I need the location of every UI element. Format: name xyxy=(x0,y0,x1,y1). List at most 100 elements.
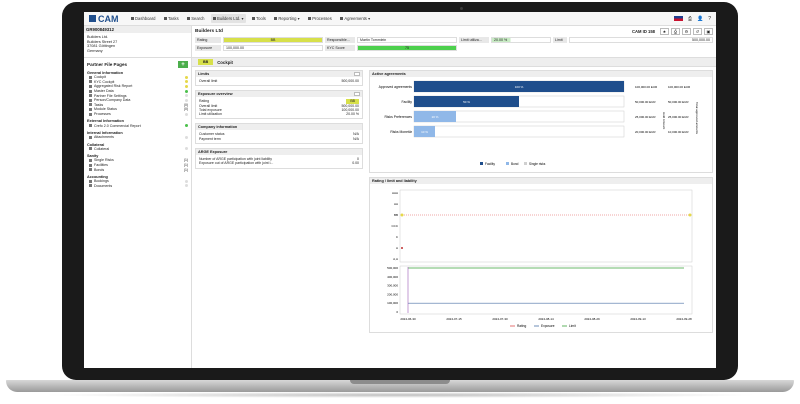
partner-address-card: GR900849312 Builders Ltd. Builders Street… xyxy=(84,26,192,57)
rating-point xyxy=(400,213,404,217)
user-icon[interactable]: 👤 xyxy=(697,16,703,22)
sidebar-item-label: Collateral xyxy=(94,146,110,151)
language-flag-icon[interactable] xyxy=(673,16,683,21)
limit-tick-label: 300,000 xyxy=(387,284,398,288)
nav-item-label: Agreements ▾ xyxy=(344,16,371,21)
exposure-edit-button[interactable] xyxy=(354,92,360,97)
nav-item[interactable]: Dashboard xyxy=(129,14,158,23)
limit-value: 500,000.00 xyxy=(569,37,713,43)
bar-value-label: 100 % xyxy=(515,85,524,89)
print-icon[interactable]: ⎙ xyxy=(688,16,692,22)
sidebar-item[interactable]: Documents xyxy=(87,184,188,189)
sidebar-item[interactable]: Module Status (0) xyxy=(87,107,188,112)
history-icon[interactable]: ↺ xyxy=(693,28,702,35)
home-icon xyxy=(130,17,134,20)
sidebar-item[interactable]: Collateral xyxy=(87,147,188,152)
right-tick: 25,000.00 EUR xyxy=(635,115,656,119)
sidebar-item[interactable]: Crefo 2.0 Commercial Report xyxy=(87,123,188,128)
sidebar-item[interactable]: Tasks (0) xyxy=(87,103,188,108)
add-page-button[interactable]: + xyxy=(178,61,188,68)
limits-edit-button[interactable] xyxy=(354,72,360,76)
wrench-icon xyxy=(251,17,255,20)
legend-swatch xyxy=(524,162,527,165)
page-icon xyxy=(89,168,92,172)
help-icon[interactable]: ? xyxy=(708,16,711,22)
sidebar-item-label: Master Data xyxy=(94,89,114,94)
date-tick-label: 2024-09-28 xyxy=(676,317,692,321)
agreements-chart: Approved agreements 100 % 100,000.00 EUR 10… xyxy=(379,80,699,166)
sidebar-item[interactable]: KYC Cockpit xyxy=(87,80,188,85)
rating-tick-label: A xyxy=(396,246,398,250)
limit-tick-label: 400,000 xyxy=(387,275,398,279)
app-screen: CAM Dashboard Tasks Search Builders Ltd. ▾ T… xyxy=(84,12,716,368)
nav-item[interactable]: Reporting ▾ xyxy=(272,14,302,23)
far-right-tick: 100,000.00 EUR xyxy=(668,85,691,89)
sidebar-item[interactable]: Cockpit xyxy=(87,75,188,80)
sidebar-item[interactable]: Partner File Settings xyxy=(87,93,188,98)
sidebar-item[interactable]: Processes xyxy=(87,112,188,117)
left-column: Limits Overall limit 500,000.00 Exposure … xyxy=(195,70,363,337)
bookmark-icon[interactable]: ★ xyxy=(660,28,669,35)
partner-title: Builders Ltd xyxy=(195,29,223,34)
rating-value: BB xyxy=(223,37,323,43)
sidebar-item-count: (0) xyxy=(183,107,188,112)
rating-label: Rating xyxy=(195,37,221,43)
row-label: Payment term xyxy=(199,136,221,141)
limit-plot-area xyxy=(399,265,693,315)
export-icon[interactable]: ▣ xyxy=(704,28,713,35)
sidebar-item-label: Documents xyxy=(94,183,113,188)
sidebar-item-label: Attachments xyxy=(94,135,114,140)
app-logo[interactable]: CAM xyxy=(89,14,119,24)
sidebar-item[interactable]: Facilities (1) xyxy=(87,163,188,168)
nav-item-label: Search xyxy=(191,16,205,21)
category-label: Facility xyxy=(401,100,412,104)
right-tick: 50,000.00 EUR xyxy=(635,100,656,104)
rating-tick-label: A,A xyxy=(393,257,398,261)
row-value: 20.00 % xyxy=(346,112,359,117)
sidebar-item[interactable]: Bonds (1) xyxy=(87,167,188,172)
row-value: 500,000.00 xyxy=(341,79,359,83)
limits-row: Overall limit 500,000.00 xyxy=(196,79,362,83)
responsible-value: Martin Tommlein xyxy=(357,37,457,43)
sidebar-item[interactable]: Single Risks (1) xyxy=(87,158,188,163)
sidebar-item-label: Bonds xyxy=(94,167,105,172)
page-icon xyxy=(89,147,92,151)
print-button-icon[interactable]: ⎙ xyxy=(671,28,680,35)
far-right-tick: 10,000.00 EUR xyxy=(668,130,689,134)
sidebar-item-label: Partner File Settings xyxy=(94,93,127,98)
sidebar-item[interactable]: Person/Company Data xyxy=(87,98,188,103)
rating-tick-label: CCC xyxy=(392,224,399,228)
header-toolbar: CAM ID 158 ★ ⎙ ⚙ ↺ ▣ xyxy=(632,28,713,35)
sidebar-item[interactable]: Attachments xyxy=(87,135,188,140)
rating-panel: Rating / limit and liability AAA AA BB CCC C… xyxy=(369,177,713,333)
category-label: Approved agreements xyxy=(379,85,413,89)
sidebar-item-label: Processes xyxy=(94,112,111,117)
legend-swatch xyxy=(480,162,483,165)
main-body: Partner File Pages + General Information… xyxy=(84,58,716,368)
nav-item[interactable]: Processes xyxy=(306,14,334,23)
settings-icon[interactable]: ⚙ xyxy=(682,28,691,35)
sidebar: Partner File Pages + General Information… xyxy=(84,58,192,368)
laptop-notch xyxy=(350,380,450,384)
metrics-grid: Rating BB Responsible... Martin Tommlein… xyxy=(195,37,713,51)
page-icon xyxy=(89,112,92,116)
nav-item[interactable]: Agreements ▾ xyxy=(338,14,372,23)
nav-menu: Dashboard Tasks Search Builders Ltd. ▾ Tools… xyxy=(129,14,373,23)
rating-tick-label: AA xyxy=(394,202,398,206)
rating-tick-label: AAA xyxy=(392,191,398,195)
nav-tools: ⎙ 👤 ? xyxy=(673,16,711,22)
sidebar-item[interactable]: Bookings xyxy=(87,179,188,184)
nav-item[interactable]: Tools xyxy=(250,14,268,23)
tasks-icon xyxy=(163,17,167,20)
sidebar-item[interactable]: Aggregated Risk Report xyxy=(87,84,188,89)
arge-panel: ARGE Exposure Number of ARGE participati… xyxy=(195,148,363,169)
sidebar-item[interactable]: Master Data xyxy=(87,89,188,94)
limits-title: Limits xyxy=(198,72,210,76)
search-icon xyxy=(186,17,190,20)
sidebar-item-count: (1) xyxy=(183,163,188,168)
exposure-label: Exposure xyxy=(195,45,221,51)
rating-marker xyxy=(401,247,403,249)
nav-item[interactable]: Builders Ltd. ▾ xyxy=(210,14,246,23)
nav-item[interactable]: Search xyxy=(185,14,207,23)
nav-item[interactable]: Tasks xyxy=(162,14,181,23)
